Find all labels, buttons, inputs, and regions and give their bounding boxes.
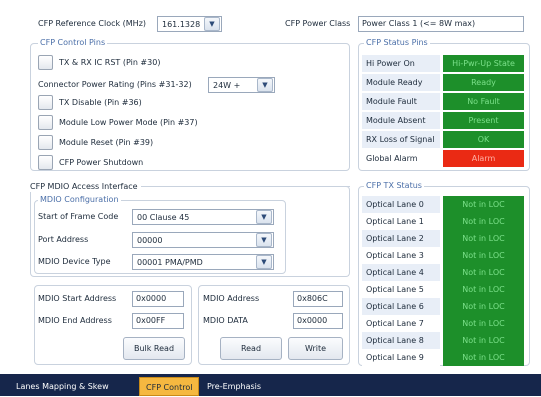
ref-clock-select[interactable]: 161.1328 ▼	[157, 16, 222, 32]
lane-indicator: Not in LOC	[443, 196, 524, 213]
data-label: MDIO DATA	[203, 316, 248, 325]
tx-disable-label: TX Disable (Pin #36)	[59, 98, 142, 107]
lane-indicator: Not in LOC	[443, 332, 524, 349]
tx-status-title: CFP TX Status	[364, 181, 424, 191]
power-class-field: Power Class 1 (<= 8W max)	[358, 16, 524, 32]
tx-rx-rst-checkbox[interactable]	[38, 55, 53, 70]
chevron-down-icon[interactable]: ▼	[256, 233, 272, 247]
lane-name: Optical Lane 8	[362, 332, 440, 349]
status-name: Hi Power On	[362, 55, 440, 72]
power-shutdown-label: CFP Power Shutdown	[59, 158, 144, 167]
connector-power-label: Connector Power Rating (Pins #31-32)	[38, 80, 192, 89]
mdio-config-title: MDIO Configuration	[38, 195, 121, 205]
status-name: Module Absent	[362, 112, 440, 129]
control-pins-title: CFP Control Pins	[38, 38, 108, 48]
status-indicator: Ready	[443, 74, 524, 91]
lane-name: Optical Lane 5	[362, 281, 440, 298]
power-class-label: CFP Power Class	[285, 19, 351, 28]
status-indicator: No Fault	[443, 93, 524, 110]
status-pins-title: CFP Status Pins	[364, 38, 430, 48]
status-name: Module Ready	[362, 74, 440, 91]
address-input[interactable]: 0x806C	[293, 291, 343, 307]
tab-pre-emphasis[interactable]: Pre-Emphasis	[201, 377, 267, 396]
status-name: Global Alarm	[362, 150, 440, 167]
device-label: MDIO Device Type	[38, 257, 111, 266]
power-shutdown-checkbox[interactable]	[38, 155, 53, 170]
sof-label: Start of Frame Code	[38, 212, 119, 221]
lane-indicator: Not in LOC	[443, 230, 524, 247]
tab-cfp-control[interactable]: CFP Control	[139, 377, 200, 396]
lane-indicator: Not in LOC	[443, 264, 524, 281]
lane-indicator: Not in LOC	[443, 315, 524, 332]
lane-indicator: Not in LOC	[443, 247, 524, 264]
module-reset-label: Module Reset (Pin #39)	[59, 138, 154, 147]
tx-disable-checkbox[interactable]	[38, 95, 53, 110]
status-name: Module Fault	[362, 93, 440, 110]
tab-bar: Lanes Mapping & Skew CFP Control Pre-Emp…	[0, 374, 541, 396]
connector-power-select[interactable]: 24W + ▼	[208, 77, 275, 93]
status-indicator: OK	[443, 131, 524, 148]
sof-select[interactable]: 00 Clause 45 ▼	[132, 209, 274, 225]
chevron-down-icon[interactable]: ▼	[256, 210, 272, 224]
lane-indicator: Not in LOC	[443, 281, 524, 298]
ref-clock-label: CFP Reference Clock (MHz)	[38, 19, 147, 28]
chevron-down-icon[interactable]: ▼	[256, 255, 272, 269]
address-label: MDIO Address	[203, 294, 260, 303]
device-select[interactable]: 00001 PMA/PMD ▼	[132, 254, 274, 270]
port-value: 00000	[137, 235, 163, 245]
lane-name: Optical Lane 6	[362, 298, 440, 315]
lane-indicator: Not in LOC	[443, 213, 524, 230]
start-addr-input[interactable]: 0x0000	[132, 291, 184, 307]
status-name: RX Loss of Signal	[362, 131, 440, 148]
chevron-down-icon[interactable]: ▼	[257, 78, 273, 92]
mdio-title: CFP MDIO Access Interface	[30, 182, 141, 192]
status-indicator: Alarm	[443, 150, 524, 167]
lane-name: Optical Lane 4	[362, 264, 440, 281]
lane-indicator: Not in LOC	[443, 298, 524, 315]
port-label: Port Address	[38, 235, 89, 244]
lane-name: Optical Lane 2	[362, 230, 440, 247]
end-addr-label: MDIO End Address	[38, 316, 112, 325]
end-addr-input[interactable]: 0x00FF	[132, 313, 184, 329]
module-reset-checkbox[interactable]	[38, 135, 53, 150]
port-select[interactable]: 00000 ▼	[132, 232, 274, 248]
device-value: 00001 PMA/PMD	[137, 257, 203, 267]
bulk-read-button[interactable]: Bulk Read	[123, 337, 185, 360]
lane-name: Optical Lane 7	[362, 315, 440, 332]
lane-name: Optical Lane 9	[362, 349, 440, 366]
sof-value: 00 Clause 45	[137, 212, 190, 222]
data-input[interactable]: 0x0000	[293, 313, 343, 329]
status-indicator: Hi-Pwr-Up State	[443, 55, 524, 72]
chevron-down-icon[interactable]: ▼	[204, 17, 220, 31]
tx-rx-rst-label: TX & RX IC RST (Pin #30)	[59, 58, 161, 67]
lane-indicator: Not in LOC	[443, 349, 524, 366]
connector-power-value: 24W +	[213, 80, 241, 90]
low-power-checkbox[interactable]	[38, 115, 53, 130]
start-addr-label: MDIO Start Address	[38, 294, 117, 303]
status-indicator: Present	[443, 112, 524, 129]
read-button[interactable]: Read	[220, 337, 282, 360]
low-power-label: Module Low Power Mode (Pin #37)	[59, 118, 198, 127]
write-button[interactable]: Write	[288, 337, 343, 360]
lane-name: Optical Lane 0	[362, 196, 440, 213]
ref-clock-value: 161.1328	[162, 19, 201, 29]
lane-name: Optical Lane 1	[362, 213, 440, 230]
lane-name: Optical Lane 3	[362, 247, 440, 264]
tab-lanes-mapping[interactable]: Lanes Mapping & Skew	[10, 377, 115, 396]
